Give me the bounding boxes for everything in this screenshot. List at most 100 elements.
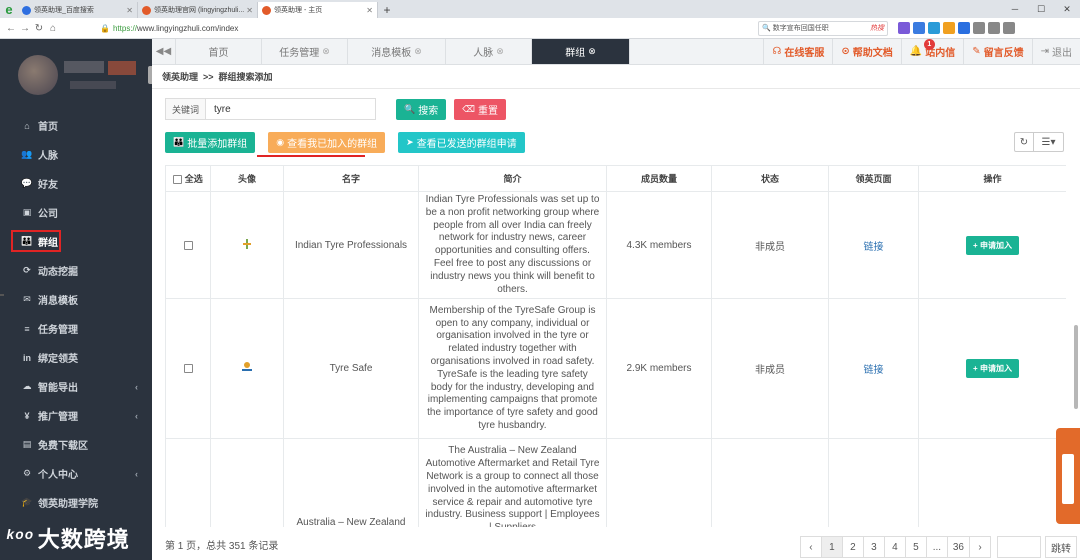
hot-search-badge: 热搜 xyxy=(870,25,884,32)
prev-page-button[interactable]: ‹ xyxy=(799,536,822,558)
sidebar-item-free-downloads[interactable]: ▤ 免费下载区 xyxy=(0,430,152,459)
sidebar-item-promotion[interactable]: ¥ 推广管理 ‹ xyxy=(0,401,152,430)
undo-icon[interactable] xyxy=(988,22,1000,34)
page-button[interactable]: 5 xyxy=(904,536,927,558)
feedback-button[interactable]: ✎ 留言反馈 xyxy=(963,39,1031,64)
sidebar-item-connections[interactable]: 👥 人脉 xyxy=(0,140,152,169)
tab-message-templates[interactable]: 消息模板 ⊗ xyxy=(348,39,446,64)
help-docs-button[interactable]: ⊙ 帮助文档 xyxy=(832,39,900,64)
extension-icon[interactable] xyxy=(943,22,955,34)
reset-button[interactable]: ⌫ 重置 xyxy=(454,98,506,120)
group-intro: Indian Tyre Professionals was set up to … xyxy=(418,190,607,300)
sidebar-item-home[interactable]: ⌂ 首页 xyxy=(0,111,152,140)
tab-groups[interactable]: 群组 ⊗ xyxy=(532,39,630,64)
refresh-icon[interactable]: ↻ xyxy=(1014,132,1034,152)
page-button[interactable]: 4 xyxy=(883,536,906,558)
extension-icon[interactable] xyxy=(958,22,970,34)
apply-join-button[interactable]: + 申请加入 xyxy=(966,359,1019,379)
maximize-icon[interactable]: ☐ xyxy=(1028,4,1054,15)
reload-icon[interactable]: ↻ xyxy=(32,23,46,34)
close-icon[interactable]: ✕ xyxy=(366,6,373,15)
annotation-underline xyxy=(257,155,365,157)
logout-button[interactable]: ⇥ 退出 xyxy=(1031,39,1080,64)
column-header: 简介 xyxy=(418,165,607,192)
extension-icon[interactable] xyxy=(928,22,940,34)
close-icon[interactable]: ⊗ xyxy=(322,46,330,57)
tab-task-management[interactable]: 任务管理 ⊗ xyxy=(262,39,348,64)
edit-icon: ✎ xyxy=(972,46,981,57)
column-header: 状态 xyxy=(711,165,829,192)
breadcrumb-root[interactable]: 领英助理 xyxy=(162,70,198,83)
close-icon[interactable]: ✕ xyxy=(246,6,253,15)
keyword-input[interactable]: tyre xyxy=(206,98,377,120)
page-button[interactable]: 1 xyxy=(820,536,843,558)
floating-side-widget[interactable] xyxy=(1056,428,1080,524)
select-all-checkbox[interactable] xyxy=(173,175,183,185)
inbox-button[interactable]: 🔔 1 站内信 xyxy=(900,39,963,64)
extension-icon[interactable] xyxy=(898,22,910,34)
batch-add-groups-button[interactable]: 👪 批量添加群组 xyxy=(165,132,256,153)
home-icon[interactable]: ⌂ xyxy=(46,23,60,34)
view-sent-requests-button[interactable]: ➤ 查看已发送的群组申请 xyxy=(398,132,525,153)
window-controls: ─ ☐ ✕ xyxy=(1002,0,1080,18)
close-icon[interactable]: ⊗ xyxy=(588,46,596,57)
linkedin-page-link[interactable]: 链接 xyxy=(864,365,884,376)
extension-icon[interactable] xyxy=(913,22,925,34)
sidebar-item-bind-linkedin[interactable]: in 绑定领英 xyxy=(0,343,152,372)
sidebar-item-company[interactable]: ▣ 公司 xyxy=(0,198,152,227)
sidebar-item-task-management[interactable]: ≡ 任务管理 xyxy=(0,314,152,343)
row-checkbox[interactable] xyxy=(183,364,193,374)
help-icon: ⊙ xyxy=(841,46,850,57)
columns-toggle-icon[interactable]: ☰▾ xyxy=(1034,132,1064,152)
forward-icon[interactable]: → xyxy=(18,23,32,34)
row-checkbox[interactable] xyxy=(183,240,193,250)
sidebar-item-activity-mining[interactable]: ⟳ 动态挖掘 xyxy=(0,256,152,285)
breadcrumb-separator: >> xyxy=(203,71,214,82)
close-window-icon[interactable]: ✕ xyxy=(1054,4,1080,15)
linkedin-page-link[interactable]: 链接 xyxy=(864,242,884,253)
online-support-button[interactable]: ☊ 在线客服 xyxy=(763,39,832,64)
tabs-scroll-left-icon[interactable]: ◀◀ xyxy=(152,39,176,64)
apply-join-button[interactable]: + 申请加入 xyxy=(966,235,1019,255)
table-scrollbar[interactable] xyxy=(1074,325,1078,409)
sidebar-item-groups[interactable]: 👪 群组 xyxy=(0,227,152,256)
browser-search-input[interactable]: 🔍 数字宣布回国任职 热搜 xyxy=(758,20,888,36)
close-icon[interactable]: ⊗ xyxy=(496,46,504,57)
sidebar-item-smart-export[interactable]: ☁ 智能导出 ‹ xyxy=(0,372,152,401)
view-joined-groups-button[interactable]: ◉ 查看我已加入的群组 xyxy=(268,132,386,153)
search-icon: 🔍 xyxy=(762,25,771,32)
search-button[interactable]: 🔍 搜索 xyxy=(396,98,447,120)
close-icon[interactable]: ⊗ xyxy=(414,46,422,57)
tab-home[interactable]: 首页 xyxy=(176,39,262,64)
download-icon[interactable] xyxy=(973,22,985,34)
sidebar-item-message-templates[interactable]: ✉ 消息模板 xyxy=(0,285,152,314)
sidebar-item-academy[interactable]: 🎓 领英助理学院 xyxy=(0,488,152,517)
jump-page-input[interactable] xyxy=(997,536,1041,558)
pagination-summary: 第 1 页，总共 351 条记录 xyxy=(165,541,279,552)
browser-tab[interactable]: 领英助理_百度搜索 ✕ xyxy=(18,2,138,18)
tab-connections[interactable]: 人脉 ⊗ xyxy=(446,39,532,64)
next-page-button[interactable]: › xyxy=(969,536,991,558)
select-all-header[interactable]: 全选 xyxy=(165,165,211,192)
member-count xyxy=(606,438,712,527)
table-row: Australia – New Zealand The Australia – … xyxy=(165,438,1066,527)
browser-tab-active[interactable]: 领英助理 - 主页 ✕ xyxy=(258,2,378,18)
browser-tab[interactable]: 领英助理官网 (lingyingzhuli... ✕ xyxy=(138,2,258,18)
menu-icon[interactable] xyxy=(1003,22,1015,34)
page-button[interactable]: 3 xyxy=(862,536,885,558)
page-button[interactable]: 2 xyxy=(841,536,864,558)
close-icon[interactable]: ✕ xyxy=(126,6,133,15)
user-profile[interactable] xyxy=(0,39,152,111)
radar-icon: ⟳ xyxy=(23,265,31,275)
sidebar-item-friends[interactable]: 💬 好友 xyxy=(0,169,152,198)
sidebar-item-personal-center[interactable]: ⚙ 个人中心 ‹ xyxy=(0,459,152,488)
back-icon[interactable]: ← xyxy=(4,23,18,34)
avatar[interactable] xyxy=(18,55,58,95)
page-button[interactable]: 36 xyxy=(946,536,970,558)
minimize-icon[interactable]: ─ xyxy=(1002,4,1028,14)
username-blurred xyxy=(64,61,104,73)
jump-button[interactable]: 跳转 xyxy=(1045,536,1077,558)
new-tab-button[interactable]: + xyxy=(378,2,396,18)
table-header-row: 全选 头像 名字 简介 成员数量 状态 领英页面 操作 xyxy=(165,165,1066,192)
url-field[interactable]: 🔒 https:// www.lingyingzhuli.com/index xyxy=(100,21,730,36)
